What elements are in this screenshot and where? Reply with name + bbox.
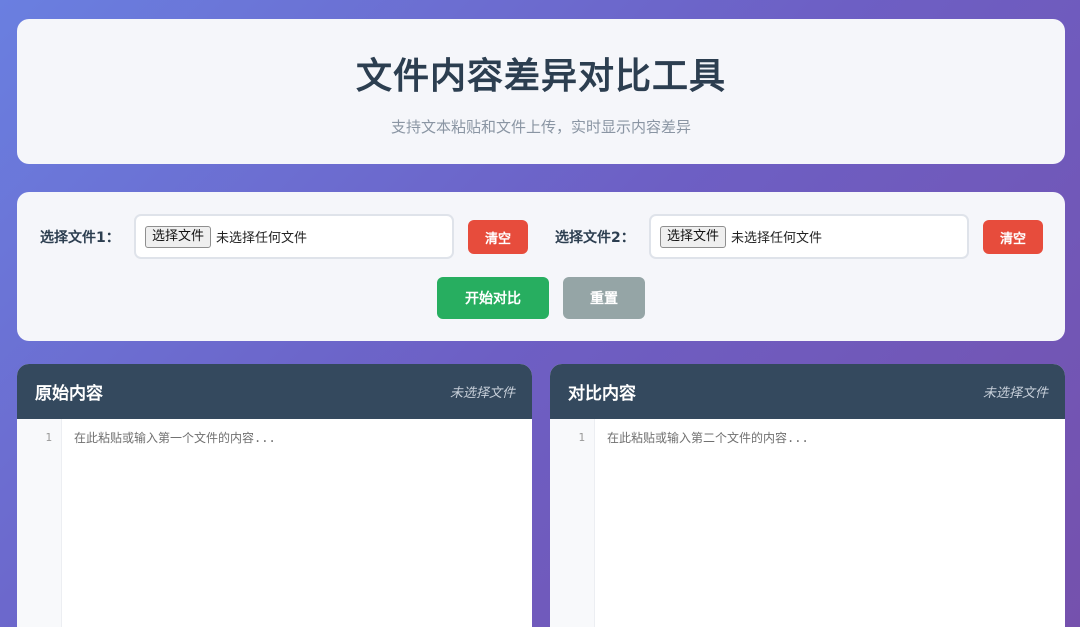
file1-status: 未选择任何文件: [216, 231, 308, 246]
page-subtitle: 支持文本粘贴和文件上传，实时显示内容差异: [390, 118, 691, 136]
original-panel-body: 1: [17, 419, 532, 627]
original-panel-header: 原始内容 未选择文件: [17, 364, 532, 419]
reset-button[interactable]: 重置: [563, 277, 645, 319]
file2-clear-button[interactable]: 清空: [983, 220, 1043, 254]
file2-status: 未选择任何文件: [731, 231, 823, 246]
line-number-gutter: 1: [550, 419, 595, 627]
file1-label: 选择文件1：: [40, 230, 120, 246]
page-title: 文件内容差异对比工具: [355, 56, 726, 97]
file2-input[interactable]: 选择文件 未选择任何文件: [649, 214, 969, 259]
file2-choose-button[interactable]: 选择文件: [660, 225, 727, 248]
compare-panel-body: 1: [550, 419, 1065, 627]
original-panel-title: 原始内容: [35, 384, 103, 404]
file2-label: 选择文件2：: [555, 230, 635, 246]
compare-panel: 对比内容 未选择文件 1: [550, 364, 1065, 627]
compare-panel-title: 对比内容: [568, 384, 636, 404]
compare-editor[interactable]: [595, 419, 1065, 627]
original-file-name: 未选择文件: [449, 386, 515, 401]
compare-file-name: 未选择文件: [982, 386, 1048, 401]
file1-clear-button[interactable]: 清空: [468, 220, 528, 254]
file1-choose-button[interactable]: 选择文件: [145, 225, 212, 248]
file1-input[interactable]: 选择文件 未选择任何文件: [134, 214, 454, 259]
start-compare-button[interactable]: 开始对比: [437, 277, 549, 319]
original-panel: 原始内容 未选择文件 1: [17, 364, 532, 627]
original-editor[interactable]: [62, 419, 532, 627]
line-number-gutter: 1: [17, 419, 62, 627]
compare-panel-header: 对比内容 未选择文件: [550, 364, 1065, 419]
controls-card: 选择文件1： 选择文件 未选择任何文件 清空 选择文件2： 选择文件 未选择任何…: [17, 192, 1065, 341]
header-card: 文件内容差异对比工具 支持文本粘贴和文件上传，实时显示内容差异: [17, 19, 1065, 164]
